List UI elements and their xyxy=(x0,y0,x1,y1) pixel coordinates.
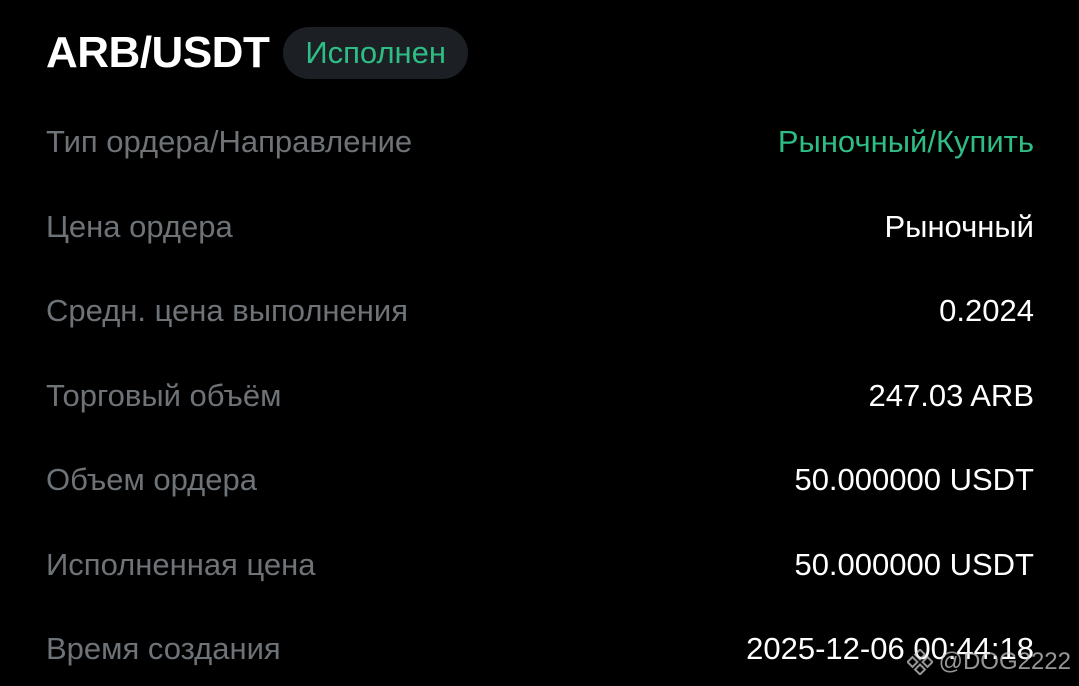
detail-row-trade-volume: Торговый объём 247.03 ARB xyxy=(46,354,1034,439)
detail-row-order-type: Тип ордера/Направление Рыночный/Купить xyxy=(46,100,1034,185)
detail-value: Рыночный xyxy=(884,208,1034,244)
watermark-text: @DOG2222 xyxy=(938,648,1071,675)
detail-label: Средн. цена выполнения xyxy=(46,293,409,329)
watermark: @DOG2222 xyxy=(906,648,1071,676)
detail-value: 247.03 ARB xyxy=(868,377,1034,413)
status-badge: Исполнен xyxy=(283,27,469,79)
detail-value: 50.000000 USDT xyxy=(794,546,1034,582)
detail-value: 50.000000 USDT xyxy=(794,462,1034,498)
detail-label: Объем ордера xyxy=(46,462,257,498)
detail-label: Время создания xyxy=(46,631,281,667)
detail-row-order-price: Цена ордера Рыночный xyxy=(46,185,1034,270)
detail-label: Цена ордера xyxy=(46,208,233,244)
detail-row-created-time: Время создания 2025-12-06 00:44:18 xyxy=(46,607,1034,686)
detail-label: Торговый объём xyxy=(46,377,282,413)
detail-label: Исполненная цена xyxy=(46,546,316,582)
detail-value: 0.2024 xyxy=(939,293,1034,329)
order-details-list: Тип ордера/Направление Рыночный/Купить Ц… xyxy=(46,100,1034,686)
detail-row-order-amount: Объем ордера 50.000000 USDT xyxy=(46,438,1034,523)
detail-row-avg-fill-price: Средн. цена выполнения 0.2024 xyxy=(46,269,1034,354)
binance-logo-icon xyxy=(906,649,933,675)
detail-label: Тип ордера/Направление xyxy=(46,124,413,160)
detail-value: Рыночный/Купить xyxy=(777,124,1034,160)
order-header: ARB/USDT Исполнен xyxy=(46,26,469,80)
page-title: ARB/USDT xyxy=(46,28,270,77)
detail-row-filled-amount: Исполненная цена 50.000000 USDT xyxy=(46,523,1034,608)
